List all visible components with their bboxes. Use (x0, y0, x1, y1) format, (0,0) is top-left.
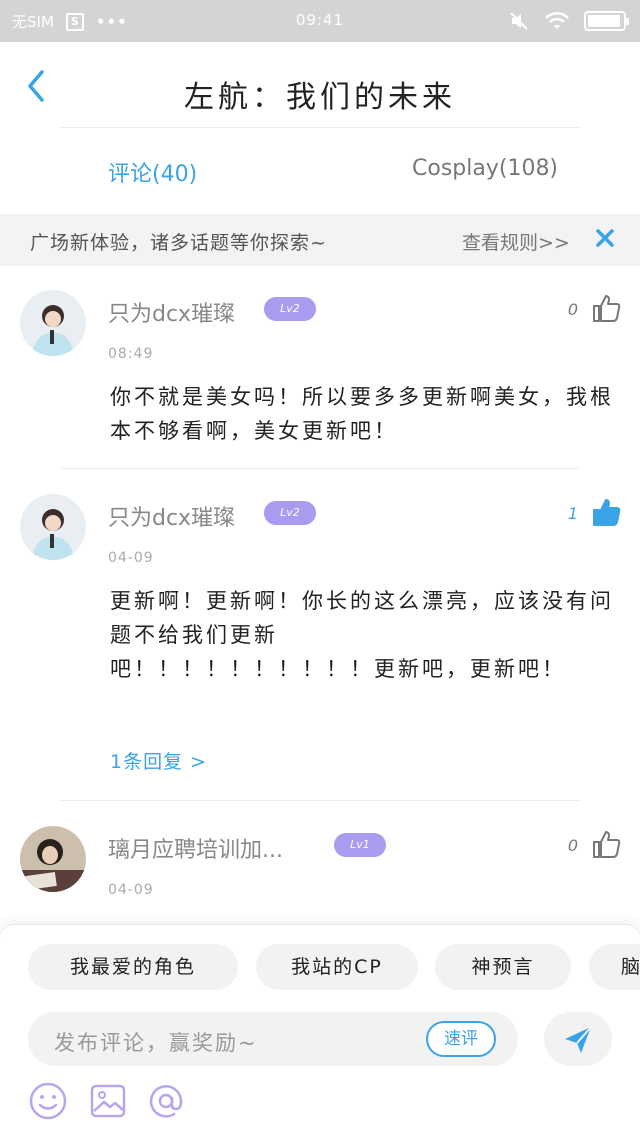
view-rules-link[interactable]: 查看规则>> (462, 228, 570, 255)
topic-chip[interactable]: 我站的CP (256, 944, 418, 990)
tab-bar: 评论(40) Cosplay(108) (0, 128, 640, 214)
comment-divider (60, 800, 580, 801)
comment-time: 08:49 (108, 346, 154, 362)
comment-input-placeholder: 发布评论，赢奖励~ (54, 1031, 258, 1055)
like-count: 0 (567, 300, 578, 319)
mute-icon (510, 12, 528, 30)
avatar[interactable] (20, 494, 86, 560)
comment-input[interactable]: 发布评论，赢奖励~ 速评 (28, 1012, 518, 1066)
thumbs-up-filled-icon[interactable] (590, 496, 622, 528)
comment-username[interactable]: 只为dcx璀璨 (108, 296, 235, 328)
comment-username[interactable]: 只为dcx璀璨 (108, 500, 235, 532)
notice-banner: 广场新体验，诸多话题等你探索~ 查看规则>> (0, 214, 640, 266)
send-icon (565, 1026, 592, 1053)
comment-time: 04-09 (108, 550, 154, 566)
notice-text: 广场新体验，诸多话题等你探索~ (30, 232, 327, 254)
status-bar: 无SIM S ••• 09:41 (0, 0, 640, 42)
battery-level (588, 15, 621, 27)
thumbs-up-icon[interactable] (590, 828, 622, 860)
mention-icon[interactable] (146, 1081, 186, 1121)
comment-divider (60, 468, 580, 469)
topic-chip[interactable]: 我最爱的角色 (28, 944, 238, 990)
comment-item: 璃月应聘培训加... Lv1 0 04-09 (0, 802, 640, 924)
level-badge: Lv2 (264, 501, 316, 525)
level-badge: Lv1 (334, 833, 386, 857)
comment-time: 04-09 (108, 882, 154, 898)
avatar[interactable] (20, 290, 86, 356)
emoji-icon[interactable] (28, 1081, 68, 1121)
close-icon[interactable] (594, 227, 616, 249)
topic-chip[interactable]: 脑 (589, 944, 640, 990)
like-count: 0 (567, 836, 578, 855)
avatar[interactable] (20, 826, 86, 892)
send-button[interactable] (544, 1012, 612, 1066)
comment-text: 你不就是美女吗！所以要多多更新啊美女，我根本不够看啊，美女更新吧！ (110, 385, 614, 443)
bottom-comment-bar: 我最爱的角色 我站的CP 神预言 脑 发布评论，赢奖励~ 速评 (0, 924, 640, 1138)
page-title: 左航：我们的未来 (184, 80, 456, 115)
view-replies-link[interactable]: 1条回复 > (110, 747, 207, 774)
header: 左航：我们的未来 (0, 42, 640, 128)
comment-username[interactable]: 璃月应聘培训加... (108, 832, 283, 864)
wifi-icon (545, 11, 569, 29)
image-icon[interactable] (88, 1081, 128, 1121)
comment-text: 更新啊！更新啊！你长的这么漂亮，应该没有问题不给我们更新 吧！！！！！！！！！！… (110, 589, 614, 681)
comment-item: 只为dcx璀璨 Lv2 0 08:49 你不就是美女吗！所以要多多更新啊美女，我… (0, 266, 640, 468)
level-badge: Lv2 (264, 297, 316, 321)
battery-icon (584, 11, 629, 31)
tab-comments[interactable]: 评论(40) (108, 156, 197, 188)
comment-item: 只为dcx璀璨 Lv2 1 04-09 更新啊！更新啊！你长的这么漂亮，应该没有… (0, 470, 640, 800)
quick-comment-button[interactable]: 速评 (426, 1021, 496, 1057)
thumbs-up-icon[interactable] (590, 292, 622, 324)
topic-chip[interactable]: 神预言 (435, 944, 571, 990)
tab-cosplay[interactable]: Cosplay(108) (412, 156, 558, 181)
like-count: 1 (567, 504, 578, 523)
